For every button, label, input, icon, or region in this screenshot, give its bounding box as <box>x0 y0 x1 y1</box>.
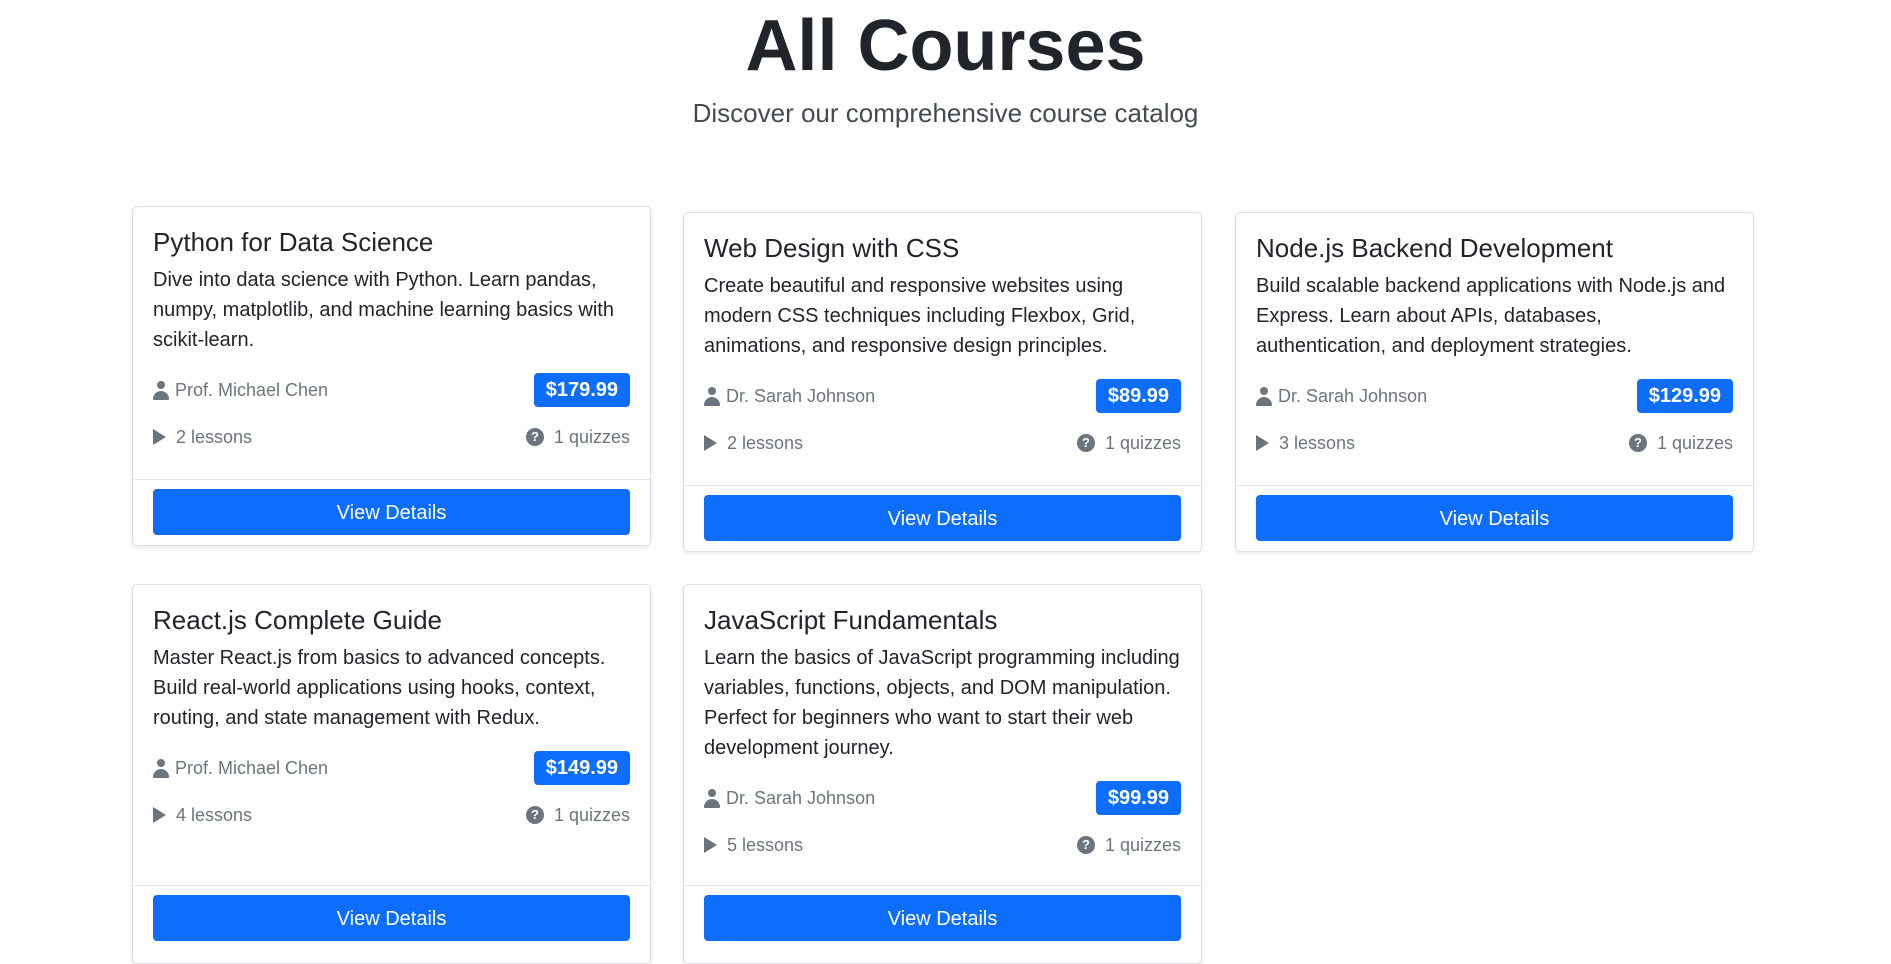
lessons-label: 2 lessons <box>727 432 804 453</box>
person-icon <box>704 788 720 808</box>
course-description: Master React.js from basics to advanced … <box>153 647 606 729</box>
lessons-label: 3 lessons <box>1279 432 1356 453</box>
question-circle-icon: ? <box>525 806 544 824</box>
page-subtitle: Discover our comprehensive course catalo… <box>692 98 1199 128</box>
lessons-count: 4 lessons <box>153 805 252 826</box>
instructor-name: Dr. Sarah Johnson <box>1278 385 1428 406</box>
lessons-count: 2 lessons <box>704 433 803 454</box>
course-title: Web Design with CSS <box>704 233 960 263</box>
price-badge: $89.99 <box>1095 379 1181 413</box>
course-card: JavaScript Fundamentals Learn the basics… <box>683 584 1202 964</box>
instructor: Dr. Sarah Johnson <box>704 386 875 407</box>
play-icon <box>704 435 717 451</box>
view-details-button[interactable]: View Details <box>153 489 630 535</box>
instructor-name: Dr. Sarah Johnson <box>726 385 876 406</box>
course-title: JavaScript Fundamentals <box>704 605 998 635</box>
instructor: Dr. Sarah Johnson <box>704 788 875 809</box>
course-card: Web Design with CSS Create beautiful and… <box>683 212 1202 552</box>
quizzes-count: ? 1 quizzes <box>1076 834 1181 856</box>
view-details-button[interactable]: View Details <box>1256 495 1733 541</box>
course-title: Python for Data Science <box>153 227 434 257</box>
question-circle-icon: ? <box>1076 836 1095 854</box>
lessons-label: 5 lessons <box>727 834 804 855</box>
price-badge: $129.99 <box>1636 379 1733 413</box>
quizzes-label: 1 quizzes <box>553 426 630 447</box>
lessons-count: 2 lessons <box>153 427 252 448</box>
page-title: All Courses <box>745 6 1146 86</box>
instructor: Dr. Sarah Johnson <box>1256 386 1427 407</box>
view-details-button[interactable]: View Details <box>704 895 1181 941</box>
course-description: Build scalable backend applications with… <box>1256 275 1726 357</box>
instructor: Prof. Michael Chen <box>153 380 328 401</box>
play-icon <box>153 807 166 823</box>
person-icon <box>153 380 169 400</box>
course-card: Node.js Backend Development Build scalab… <box>1235 212 1754 552</box>
quizzes-label: 1 quizzes <box>553 804 630 825</box>
course-description: Create beautiful and responsive websites… <box>704 275 1136 357</box>
person-icon <box>704 386 720 406</box>
course-card: Python for Data Science Dive into data s… <box>132 206 651 546</box>
question-circle-icon: ? <box>525 428 544 446</box>
instructor-name: Prof. Michael Chen <box>175 379 329 400</box>
course-title: React.js Complete Guide <box>153 605 443 635</box>
quizzes-label: 1 quizzes <box>1104 432 1181 453</box>
person-icon <box>153 758 169 778</box>
view-details-button[interactable]: View Details <box>704 495 1181 541</box>
play-icon <box>1256 435 1269 451</box>
instructor-name: Dr. Sarah Johnson <box>726 787 876 808</box>
quizzes-count: ? 1 quizzes <box>1628 432 1733 454</box>
play-icon <box>704 837 717 853</box>
lessons-count: 5 lessons <box>704 835 803 856</box>
quizzes-label: 1 quizzes <box>1104 834 1181 855</box>
course-title: Node.js Backend Development <box>1256 233 1613 263</box>
course-card: React.js Complete Guide Master React.js … <box>132 584 651 964</box>
play-icon <box>153 429 166 445</box>
question-circle-icon: ? <box>1076 434 1095 452</box>
price-badge: $99.99 <box>1095 781 1181 815</box>
lessons-label: 4 lessons <box>176 804 253 825</box>
quizzes-count: ? 1 quizzes <box>525 426 630 448</box>
course-description: Dive into data science with Python. Lear… <box>153 269 614 351</box>
quizzes-count: ? 1 quizzes <box>1076 432 1181 454</box>
instructor: Prof. Michael Chen <box>153 758 328 779</box>
quizzes-label: 1 quizzes <box>1656 432 1733 453</box>
view-details-button[interactable]: View Details <box>153 895 630 941</box>
instructor-name: Prof. Michael Chen <box>175 757 329 778</box>
course-description: Learn the basics of JavaScript programmi… <box>704 647 1180 759</box>
lessons-label: 2 lessons <box>176 426 253 447</box>
price-badge: $149.99 <box>533 751 630 785</box>
lessons-count: 3 lessons <box>1256 433 1355 454</box>
quizzes-count: ? 1 quizzes <box>525 804 630 826</box>
person-icon <box>1256 386 1272 406</box>
price-badge: $179.99 <box>533 373 630 407</box>
question-circle-icon: ? <box>1628 434 1647 452</box>
